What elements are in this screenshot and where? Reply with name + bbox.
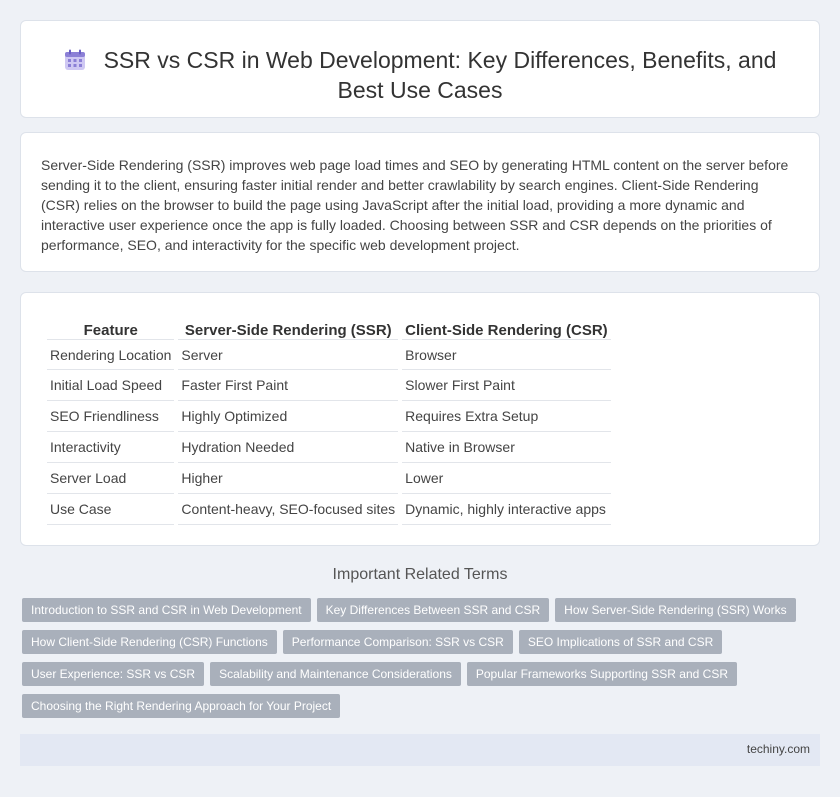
table-cell: Use Case <box>47 494 175 525</box>
comparison-table: Feature Server-Side Rendering (SSR) Clie… <box>43 315 615 525</box>
table-cell: Interactivity <box>47 432 175 463</box>
page-title-wrap: SSR vs CSR in Web Development: Key Diffe… <box>61 45 779 105</box>
related-term-tag[interactable]: Choosing the Right Rendering Approach fo… <box>22 694 341 718</box>
table-cell: Rendering Location <box>47 339 175 370</box>
table-cell: Higher <box>178 463 399 494</box>
header-ssr: Server-Side Rendering (SSR) <box>184 322 392 339</box>
related-term-tag[interactable]: Performance Comparison: SSR vs CSR <box>282 630 513 654</box>
related-term-tag[interactable]: Scalability and Maintenance Consideratio… <box>210 662 461 686</box>
calendar-icon <box>64 49 85 70</box>
table-header-row: Feature Server-Side Rendering (SSR) Clie… <box>47 315 611 339</box>
table-cell: SEO Friendliness <box>47 401 175 432</box>
table-row: SEO Friendliness Highly Optimized Requir… <box>47 401 611 432</box>
table-cell: Native in Browser <box>402 432 611 463</box>
table-cell: Content-heavy, SEO-focused sites <box>178 494 399 525</box>
header-csr: Client-Side Rendering (CSR) <box>405 322 608 339</box>
table-cell: Hydration Needed <box>178 432 399 463</box>
related-term-tag[interactable]: How Client-Side Rendering (CSR) Function… <box>22 630 277 654</box>
table-cell: Lower <box>402 463 611 494</box>
related-terms-heading: Important Related Terms <box>332 566 508 583</box>
table-cell: Browser <box>402 339 611 370</box>
related-term-tag[interactable]: Introduction to SSR and CSR in Web Devel… <box>22 598 311 622</box>
comparison-card: Feature Server-Side Rendering (SSR) Clie… <box>20 292 820 546</box>
related-term-tag[interactable]: How Server-Side Rendering (SSR) Works <box>555 598 796 622</box>
intro-card: Server-Side Rendering (SSR) improves web… <box>20 132 820 272</box>
related-term-tag[interactable]: User Experience: SSR vs CSR <box>22 662 205 686</box>
related-terms-list: Introduction to SSR and CSR in Web Devel… <box>22 598 812 726</box>
table-cell: Server Load <box>47 463 175 494</box>
table-row: Server Load Higher Lower <box>47 463 611 494</box>
table-row: Interactivity Hydration Needed Native in… <box>47 432 611 463</box>
related-term-tag[interactable]: SEO Implications of SSR and CSR <box>518 630 723 654</box>
related-term-tag[interactable]: Key Differences Between SSR and CSR <box>316 598 550 622</box>
header-card: SSR vs CSR in Web Development: Key Diffe… <box>20 20 820 118</box>
table-cell: Faster First Paint <box>178 370 399 401</box>
table-cell: Slower First Paint <box>402 370 611 401</box>
related-term-tag[interactable]: Popular Frameworks Supporting SSR and CS… <box>466 662 737 686</box>
intro-paragraph: Server-Side Rendering (SSR) improves web… <box>41 157 789 253</box>
table-cell: Server <box>178 339 399 370</box>
footer-bar: techiny.com <box>20 734 820 766</box>
table-row: Rendering Location Server Browser <box>47 339 611 370</box>
table-cell: Initial Load Speed <box>47 370 175 401</box>
table-cell: Highly Optimized <box>178 401 399 432</box>
table-row: Use Case Content-heavy, SEO-focused site… <box>47 494 611 525</box>
page-title: SSR vs CSR in Web Development: Key Diffe… <box>103 47 777 103</box>
footer-site-link[interactable]: techiny.com <box>747 742 810 756</box>
header-feature: Feature <box>83 322 138 339</box>
table-cell: Dynamic, highly interactive apps <box>402 494 611 525</box>
table-cell: Requires Extra Setup <box>402 401 611 432</box>
table-row: Initial Load Speed Faster First Paint Sl… <box>47 370 611 401</box>
